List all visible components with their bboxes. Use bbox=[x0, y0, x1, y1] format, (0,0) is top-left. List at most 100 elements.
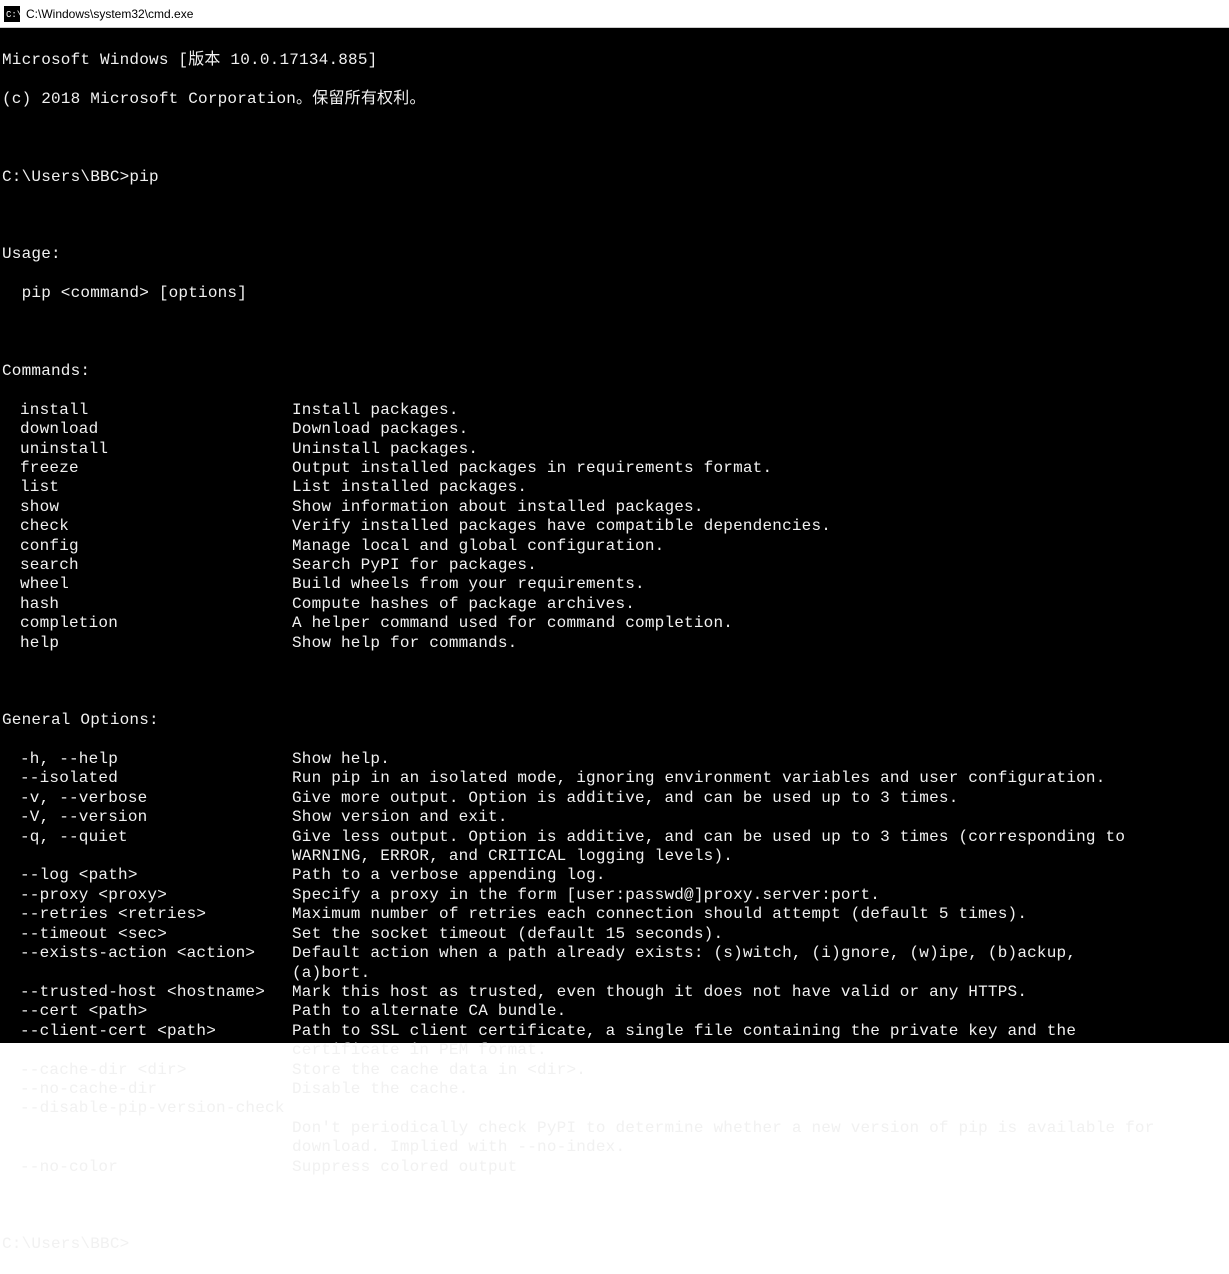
option-desc: Give more output. Option is additive, an… bbox=[292, 789, 1227, 808]
command-row: searchSearch PyPI for packages. bbox=[2, 556, 1227, 575]
command-desc: Manage local and global configuration. bbox=[292, 537, 1227, 556]
command-name: show bbox=[20, 498, 292, 517]
option-row: --timeout <sec>Set the socket timeout (d… bbox=[2, 925, 1227, 944]
option-desc bbox=[292, 1099, 1227, 1118]
option-flag bbox=[20, 964, 292, 983]
option-flag: --trusted-host <hostname> bbox=[20, 983, 292, 1002]
option-desc: Store the cache data in <dir>. bbox=[292, 1061, 1227, 1080]
commands-header: Commands: bbox=[2, 362, 1227, 381]
command-desc: Show help for commands. bbox=[292, 634, 1227, 653]
command-row: showShow information about installed pac… bbox=[2, 498, 1227, 517]
option-flag: --proxy <proxy> bbox=[20, 886, 292, 905]
command-name: help bbox=[20, 634, 292, 653]
option-row: download. Implied with --no-index. bbox=[2, 1138, 1227, 1157]
terminal-output[interactable]: Microsoft Windows [版本 10.0.17134.885] (c… bbox=[0, 28, 1229, 1043]
command-desc: Verify installed packages have compatibl… bbox=[292, 517, 1227, 536]
header-line: Microsoft Windows [版本 10.0.17134.885] bbox=[2, 51, 1227, 70]
option-desc: Maximum number of retries each connectio… bbox=[292, 905, 1227, 924]
option-desc: Suppress colored output bbox=[292, 1158, 1227, 1177]
command-row: wheelBuild wheels from your requirements… bbox=[2, 575, 1227, 594]
option-flag bbox=[20, 1119, 292, 1138]
command-desc: Download packages. bbox=[292, 420, 1227, 439]
option-flag: -V, --version bbox=[20, 808, 292, 827]
option-row: WARNING, ERROR, and CRITICAL logging lev… bbox=[2, 847, 1227, 866]
option-flag: --cert <path> bbox=[20, 1002, 292, 1021]
command-row: installInstall packages. bbox=[2, 401, 1227, 420]
option-desc: Don't periodically check PyPI to determi… bbox=[292, 1119, 1227, 1138]
usage-header: Usage: bbox=[2, 245, 1227, 264]
option-desc: Run pip in an isolated mode, ignoring en… bbox=[292, 769, 1227, 788]
option-flag: -h, --help bbox=[20, 750, 292, 769]
option-row: -V, --versionShow version and exit. bbox=[2, 808, 1227, 827]
command-name: download bbox=[20, 420, 292, 439]
command-desc: Uninstall packages. bbox=[292, 440, 1227, 459]
blank-line bbox=[2, 323, 1227, 342]
option-desc: Specify a proxy in the form [user:passwd… bbox=[292, 886, 1227, 905]
option-row: --client-cert <path>Path to SSL client c… bbox=[2, 1022, 1227, 1041]
option-row: --isolatedRun pip in an isolated mode, i… bbox=[2, 769, 1227, 788]
option-desc: Show help. bbox=[292, 750, 1227, 769]
command-row: checkVerify installed packages have comp… bbox=[2, 517, 1227, 536]
option-flag: -q, --quiet bbox=[20, 828, 292, 847]
command-name: completion bbox=[20, 614, 292, 633]
option-desc: Disable the cache. bbox=[292, 1080, 1227, 1099]
command-row: hashCompute hashes of package archives. bbox=[2, 595, 1227, 614]
prompt-line: C:\Users\BBC> bbox=[2, 1235, 1227, 1254]
option-desc: certificate in PEM format. bbox=[292, 1041, 1227, 1060]
option-desc: download. Implied with --no-index. bbox=[292, 1138, 1227, 1157]
option-flag: --timeout <sec> bbox=[20, 925, 292, 944]
command-desc: Output installed packages in requirement… bbox=[292, 459, 1227, 478]
prompt-line: C:\Users\BBC>pip bbox=[2, 168, 1227, 187]
command-desc: Show information about installed package… bbox=[292, 498, 1227, 517]
option-row: --cert <path>Path to alternate CA bundle… bbox=[2, 1002, 1227, 1021]
option-row: --retries <retries>Maximum number of ret… bbox=[2, 905, 1227, 924]
option-flag: --isolated bbox=[20, 769, 292, 788]
option-flag: --exists-action <action> bbox=[20, 944, 292, 963]
command-desc: Install packages. bbox=[292, 401, 1227, 420]
command-row: downloadDownload packages. bbox=[2, 420, 1227, 439]
option-row: --log <path>Path to a verbose appending … bbox=[2, 866, 1227, 885]
option-flag bbox=[20, 1041, 292, 1060]
command-row: completionA helper command used for comm… bbox=[2, 614, 1227, 633]
option-row: -v, --verboseGive more output. Option is… bbox=[2, 789, 1227, 808]
option-row: certificate in PEM format. bbox=[2, 1041, 1227, 1060]
option-flag bbox=[20, 1138, 292, 1157]
option-flag: --cache-dir <dir> bbox=[20, 1061, 292, 1080]
header-line: (c) 2018 Microsoft Corporation。保留所有权利。 bbox=[2, 90, 1227, 109]
option-row: --disable-pip-version-check bbox=[2, 1099, 1227, 1118]
general-options-header: General Options: bbox=[2, 711, 1227, 730]
command-name: hash bbox=[20, 595, 292, 614]
command-name: search bbox=[20, 556, 292, 575]
command-row: listList installed packages. bbox=[2, 478, 1227, 497]
command-row: helpShow help for commands. bbox=[2, 634, 1227, 653]
blank-line bbox=[2, 207, 1227, 226]
command-name: freeze bbox=[20, 459, 292, 478]
option-desc: Path to SSL client certificate, a single… bbox=[292, 1022, 1227, 1041]
command-name: check bbox=[20, 517, 292, 536]
window-titlebar[interactable]: C:\ C:\Windows\system32\cmd.exe bbox=[0, 0, 1229, 28]
option-row: --trusted-host <hostname>Mark this host … bbox=[2, 983, 1227, 1002]
option-desc: (a)bort. bbox=[292, 964, 1227, 983]
option-flag: -v, --verbose bbox=[20, 789, 292, 808]
option-row: -h, --helpShow help. bbox=[2, 750, 1227, 769]
cmd-icon: C:\ bbox=[4, 6, 20, 22]
option-flag: --disable-pip-version-check bbox=[20, 1099, 292, 1118]
command-name: install bbox=[20, 401, 292, 420]
option-row: --proxy <proxy>Specify a proxy in the fo… bbox=[2, 886, 1227, 905]
option-desc: Show version and exit. bbox=[292, 808, 1227, 827]
window-title: C:\Windows\system32\cmd.exe bbox=[26, 7, 193, 21]
blank-line bbox=[2, 129, 1227, 148]
option-row: -q, --quietGive less output. Option is a… bbox=[2, 828, 1227, 847]
option-flag: --log <path> bbox=[20, 866, 292, 885]
command-desc: Build wheels from your requirements. bbox=[292, 575, 1227, 594]
command-row: uninstallUninstall packages. bbox=[2, 440, 1227, 459]
command-name: uninstall bbox=[20, 440, 292, 459]
command-name: list bbox=[20, 478, 292, 497]
command-row: configManage local and global configurat… bbox=[2, 537, 1227, 556]
command-desc: A helper command used for command comple… bbox=[292, 614, 1227, 633]
option-row: Don't periodically check PyPI to determi… bbox=[2, 1119, 1227, 1138]
command-row: freezeOutput installed packages in requi… bbox=[2, 459, 1227, 478]
option-desc: Set the socket timeout (default 15 secon… bbox=[292, 925, 1227, 944]
svg-text:C:\: C:\ bbox=[6, 10, 20, 20]
option-row: --no-colorSuppress colored output bbox=[2, 1158, 1227, 1177]
